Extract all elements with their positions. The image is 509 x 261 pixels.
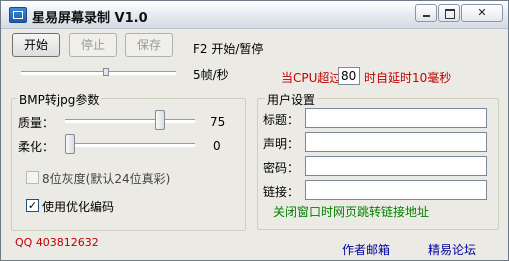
fps-label: 5帧/秒 [193,68,229,82]
title-input[interactable] [305,108,487,128]
stop-button[interactable]: 停止 [69,33,117,57]
close-icon: ✕ [477,6,487,19]
bmp-group-title: BMP转jpg参数 [17,91,102,108]
fps-slider-thumb[interactable] [102,68,109,76]
close-redirect-hint: 关闭窗口时网页跳转链接地址 [273,205,430,219]
title-field-label: 标题： [263,113,300,127]
quality-value: 75 [210,115,226,129]
link-field-label: 链接： [263,185,300,199]
close-button[interactable]: ✕ [461,4,503,22]
save-button[interactable]: 保存 [125,33,173,57]
optimize-checkbox[interactable]: ✓ [26,199,39,212]
statement-input[interactable] [305,132,487,152]
window-title: 星易屏幕录制 V1.0 [32,11,148,26]
app-icon [9,7,27,23]
link-input[interactable] [305,180,487,200]
statement-field-label: 声明： [263,137,300,151]
maximize-icon [439,5,459,21]
soften-value: 0 [213,139,221,153]
user-group-title: 用户设置 [265,91,318,108]
soften-slider-thumb[interactable] [65,134,75,154]
gray-label: 8位灰度(默认24位真彩) [42,172,171,186]
author-mail-link[interactable]: 作者邮箱 [342,241,390,258]
soften-label: 柔化： [18,140,55,154]
cpu-threshold-input[interactable]: 80 [338,67,360,85]
forum-link[interactable]: 精易论坛 [428,241,476,258]
quality-slider-track[interactable] [65,119,195,123]
qq-label: QQ 403812632 [15,236,99,249]
optimize-label: 使用优化编码 [42,200,115,214]
quality-label: 质量： [18,116,55,130]
start-button[interactable]: 开始 [12,33,60,57]
maximize-button[interactable] [438,4,460,22]
gray-checkbox[interactable] [26,171,39,184]
app-window: 星易屏幕录制 V1.0 ✕ 开始 停止 保存 F2 开始/暂停 5帧/秒 当CP… [0,0,509,261]
password-input[interactable] [305,156,487,176]
password-field-label: 密码： [263,161,300,175]
cpu-prefix-label: 当CPU超过 [281,71,342,85]
minimize-icon [416,5,436,21]
title-bar[interactable]: 星易屏幕录制 V1.0 ✕ [1,1,508,29]
hotkey-hint: F2 开始/暂停 [193,42,264,56]
cpu-suffix-label: 时自延时10毫秒 [364,71,452,85]
quality-slider-thumb[interactable] [155,110,165,130]
fps-slider-track[interactable] [21,71,176,75]
soften-slider-track[interactable] [65,143,195,147]
minimize-button[interactable] [415,4,437,22]
